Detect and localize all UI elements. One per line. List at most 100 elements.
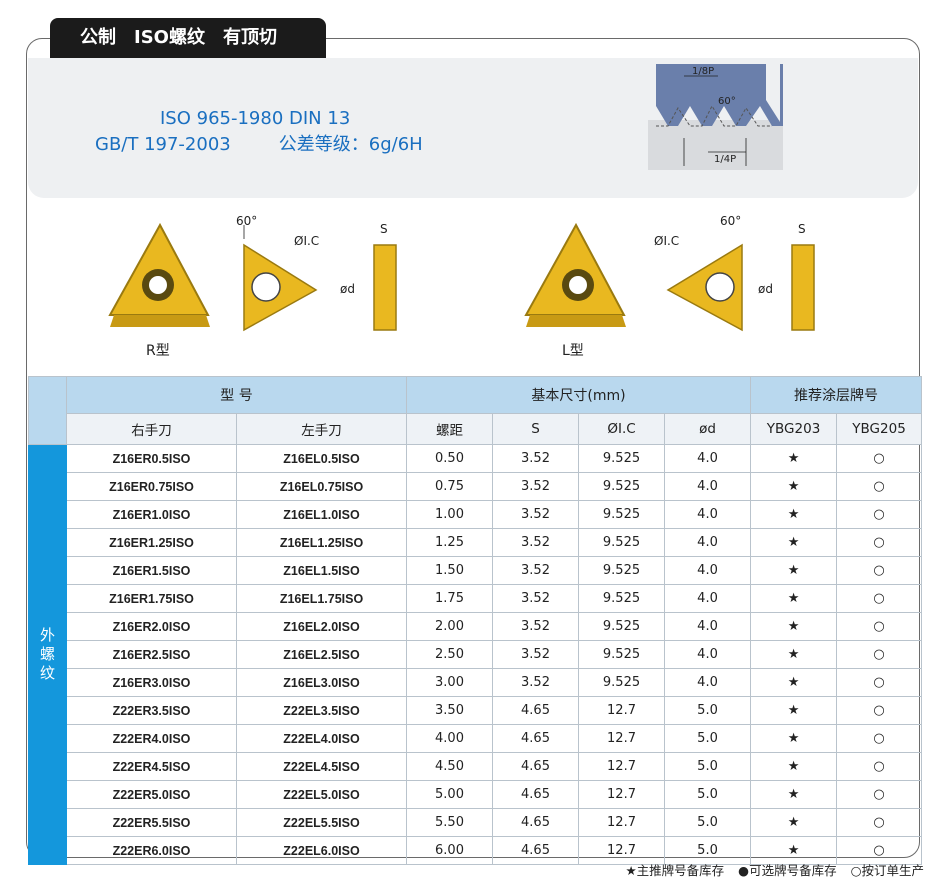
table-cell: 5.00 <box>406 780 494 809</box>
table-cell: 4.0 <box>664 528 752 557</box>
table-cell: 4.65 <box>492 780 580 809</box>
table-cell: 2.50 <box>406 640 494 669</box>
table-cell: 3.52 <box>492 500 580 529</box>
l-type-label: L型 <box>562 343 584 359</box>
table-row: Z16ER3.0ISO Z16EL3.0ISO 3.00 3.52 9.525 4.0 ★ ○ <box>29 668 923 697</box>
column-header: S <box>492 413 580 445</box>
table-cell: ○ <box>836 556 923 585</box>
r-insert-side-view: S ød <box>340 222 397 331</box>
table-cell: Z22ER4.0ISO <box>66 724 237 753</box>
table-cell: Z22ER5.5ISO <box>66 808 237 837</box>
table-cell: 3.52 <box>492 584 580 613</box>
table-cell: 0.50 <box>406 444 494 473</box>
table-cell: ★ <box>750 444 838 473</box>
table-cell: Z22EL5.5ISO <box>235 808 408 837</box>
table-row: Z16ER2.0ISO Z16EL2.0ISO 2.00 3.52 9.525 4.0 ★ ○ <box>29 612 923 641</box>
table-cell: ★ <box>750 808 838 837</box>
table-cell: 4.0 <box>664 584 752 613</box>
table-cell: Z16EL0.75ISO <box>235 472 408 501</box>
table-cell: Z16ER2.0ISO <box>66 612 237 641</box>
table-row: 外螺纹 Z16ER0.5ISO Z16EL0.5ISO 0.50 3.52 9.525 4.… <box>28 444 923 865</box>
table-cell: ★ <box>750 528 838 557</box>
table-cell: Z16EL1.0ISO <box>235 500 408 529</box>
table-cell: ★ <box>750 500 838 529</box>
diagram-label-quarter-pitch: 1/4P <box>714 154 736 165</box>
table-cell: ○ <box>836 472 923 501</box>
table-row: Z22ER5.0ISO Z22EL5.0ISO 5.00 4.65 12.7 5.0 ★ ○ <box>29 780 923 809</box>
table-corner <box>28 376 67 445</box>
r-insert-photo <box>108 222 210 327</box>
table-cell: Z16EL2.0ISO <box>235 612 408 641</box>
table-cell: 5.50 <box>406 808 494 837</box>
table-cell: Z22EL4.5ISO <box>235 752 408 781</box>
table-cell: Z16ER1.0ISO <box>66 500 237 529</box>
table-cell: Z16ER2.5ISO <box>66 640 237 669</box>
standard-gb: GB/T 197-2003 <box>95 134 231 155</box>
table-cell: 9.525 <box>578 500 666 529</box>
table-cell: 3.52 <box>492 640 580 669</box>
r-type-label: R型 <box>146 343 170 359</box>
table-cell: 5.0 <box>664 752 752 781</box>
table-cell: 5.0 <box>664 696 752 725</box>
table-cell: ★ <box>750 612 838 641</box>
table-cell: 9.525 <box>578 556 666 585</box>
external-thread-label: 外螺纹 <box>28 444 67 865</box>
table-cell: Z16ER3.0ISO <box>66 668 237 697</box>
table-cell: ★ <box>750 752 838 781</box>
table-cell: Z22ER3.5ISO <box>66 696 237 725</box>
table-cell: Z16EL1.75ISO <box>235 584 408 613</box>
table-cell: 3.52 <box>492 556 580 585</box>
column-header: YBG203 <box>750 413 838 445</box>
table-cell: 9.525 <box>578 472 666 501</box>
table-cell: ★ <box>750 640 838 669</box>
table-cell: 4.0 <box>664 668 752 697</box>
table-cell: Z22EL5.0ISO <box>235 780 408 809</box>
table-cell: 9.525 <box>578 528 666 557</box>
table-cell: 4.0 <box>664 472 752 501</box>
table-cell: 12.7 <box>578 752 666 781</box>
column-header: YBG205 <box>836 413 923 445</box>
table-cell: 3.52 <box>492 444 580 473</box>
table-cell: Z16ER1.5ISO <box>66 556 237 585</box>
standard-iso-din: ISO 965-1980 DIN 13 <box>160 108 351 129</box>
legend: ★主推牌号备库存 ●可选牌号备库存 ○按订单生产 <box>615 860 924 879</box>
column-header: 左手刀 <box>235 413 408 445</box>
table-cell: ○ <box>836 528 923 557</box>
table-cell: 4.65 <box>492 752 580 781</box>
l-insert-front-view: 60° ØI.C <box>654 215 743 332</box>
table-cell: Z16EL0.5ISO <box>235 444 408 473</box>
table-cell: 1.25 <box>406 528 494 557</box>
r-insert-front-view: 60° ØI.C <box>236 215 319 332</box>
column-header: 螺距 <box>406 413 494 445</box>
table-cell: ○ <box>836 640 923 669</box>
table-cell: 1.75 <box>406 584 494 613</box>
table-cell: Z16EL2.5ISO <box>235 640 408 669</box>
table-row: Z16ER1.0ISO Z16EL1.0ISO 1.00 3.52 9.525 4.0 ★ ○ <box>29 500 923 529</box>
table-cell: 6.00 <box>406 836 494 865</box>
table-cell: ★ <box>750 724 838 753</box>
table-row: Z16ER2.5ISO Z16EL2.5ISO 2.50 3.52 9.525 4.0 ★ ○ <box>29 640 923 669</box>
table-cell: Z16EL3.0ISO <box>235 668 408 697</box>
table-cell: 3.52 <box>492 472 580 501</box>
insert-spec-table: 型 号 基本尺寸(mm) 推荐涂层牌号 右手刀 左手刀 螺距 S ØI.C ød YBG20… <box>28 376 923 865</box>
r-angle-label: 60° <box>236 215 257 228</box>
r-ic-label: ØI.C <box>294 234 319 248</box>
table-cell: ○ <box>836 696 923 725</box>
standard-gb-tolerance: GB/T 197-2003 公差等级：6g/6H <box>95 130 423 156</box>
table-cell: 4.65 <box>492 696 580 725</box>
group-grade-header: 推荐涂层牌号 <box>750 376 923 414</box>
table-cell: Z22EL6.0ISO <box>235 836 408 865</box>
table-row: Z22ER4.5ISO Z22EL4.5ISO 4.50 4.65 12.7 5.0 ★ ○ <box>29 752 923 781</box>
table-cell: 3.50 <box>406 696 494 725</box>
table-row: Z16ER1.75ISO Z16EL1.75ISO 1.75 3.52 9.525 4.0… <box>29 584 923 613</box>
table-cell: Z16ER1.25ISO <box>66 528 237 557</box>
table-cell: 1.00 <box>406 500 494 529</box>
legend-circle: ○按订单生产 <box>850 863 924 878</box>
legend-dot: ●可选牌号备库存 <box>738 863 837 878</box>
table-cell: ★ <box>750 668 838 697</box>
table-cell: 4.0 <box>664 612 752 641</box>
table-cell: ○ <box>836 584 923 613</box>
table-row: Z22ER3.5ISO Z22EL3.5ISO 3.50 4.65 12.7 5.0 ★ ○ <box>29 696 923 725</box>
table-cell: Z16ER0.75ISO <box>66 472 237 501</box>
table-cell: ★ <box>750 584 838 613</box>
